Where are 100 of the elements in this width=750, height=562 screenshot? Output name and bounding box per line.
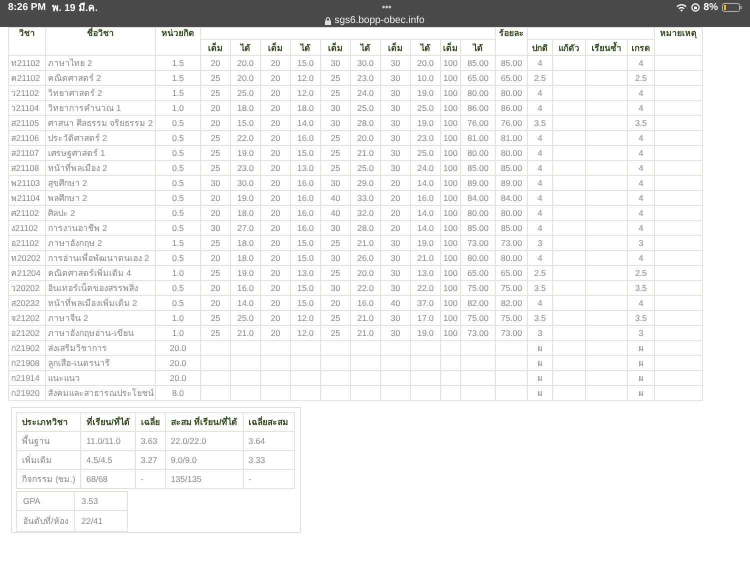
- table-cell: 30: [320, 176, 350, 190]
- table-cell: ค21204: [8, 266, 46, 280]
- column-header: เต็ม: [320, 40, 350, 56]
- table-cell: 20.0: [230, 56, 260, 70]
- table-cell: 20: [260, 266, 290, 280]
- table-cell: 2.5: [628, 70, 654, 86]
- table-cell: ผ: [628, 340, 654, 356]
- table-cell: 4: [528, 176, 552, 190]
- table-cell: 81.00: [496, 130, 528, 146]
- table-cell: 0.5: [156, 146, 200, 160]
- column-header: แก้ตัว: [552, 40, 586, 56]
- table-cell: 1.5: [156, 86, 200, 100]
- table-cell: 33.0: [350, 190, 380, 206]
- table-cell: ผ: [528, 356, 552, 370]
- table-cell: 73.00: [460, 236, 496, 250]
- table-cell: 85.00: [496, 56, 528, 70]
- table-cell: หน้าที่พลเมือง 2: [46, 160, 156, 176]
- table-cell: 3.53: [74, 492, 128, 510]
- table-cell: 18.0: [230, 250, 260, 266]
- table-cell: 25: [200, 70, 230, 86]
- table-cell: 20.0: [156, 370, 200, 386]
- table-cell: 20: [200, 280, 230, 296]
- tab-dots[interactable]: •••: [382, 2, 392, 12]
- table-cell: 30: [320, 100, 350, 116]
- table-cell: 25: [320, 266, 350, 280]
- table-cell: 20: [260, 70, 290, 86]
- table-cell: 20.0: [230, 70, 260, 86]
- column-header: สะสม ที่เรียน/ที่ได้: [165, 412, 243, 432]
- table-cell: 4: [528, 160, 552, 176]
- table-cell: สุขศึกษา 2: [46, 176, 156, 190]
- table-cell: 20: [200, 190, 230, 206]
- table-cell: 25.0: [350, 160, 380, 176]
- table-cell: 3.33: [243, 450, 294, 470]
- table-cell: 20: [200, 100, 230, 116]
- table-cell: 30: [380, 310, 410, 326]
- table-cell: 20: [260, 310, 290, 326]
- table-cell: 25: [200, 310, 230, 326]
- table-cell: 25: [200, 146, 230, 160]
- table-cell: 3.5: [528, 280, 552, 296]
- table-cell: เศรษฐศาสตร์ 1: [46, 146, 156, 160]
- table-cell: 30: [200, 176, 230, 190]
- table-cell: 80.00: [496, 250, 528, 266]
- table-cell: 100: [440, 56, 460, 70]
- table-cell: 82.00: [460, 296, 496, 310]
- table-cell: 80.00: [460, 206, 496, 220]
- table-cell: 15.0: [290, 280, 320, 296]
- table-cell: 100: [440, 100, 460, 116]
- table-cell: 12.0: [290, 310, 320, 326]
- table-cell: 15.0: [290, 56, 320, 70]
- column-header: ชื่อวิชา: [46, 28, 156, 56]
- table-cell: 27.0: [230, 220, 260, 236]
- table-cell: 30: [380, 56, 410, 70]
- column-header: เต็ม: [260, 40, 290, 56]
- table-cell: 20: [380, 220, 410, 236]
- table-cell: 20: [260, 100, 290, 116]
- table-cell: 80.00: [460, 146, 496, 160]
- column-header: เฉลี่ยสะสม: [243, 412, 294, 432]
- table-cell: 86.00: [496, 100, 528, 116]
- table-cell: 1.5: [156, 56, 200, 70]
- table-cell: 3: [628, 326, 654, 340]
- table-cell: 25: [200, 130, 230, 146]
- table-cell: 30: [380, 280, 410, 296]
- table-cell: 28.0: [350, 116, 380, 130]
- table-cell: 18.0: [290, 100, 320, 116]
- table-cell: 100: [440, 296, 460, 310]
- table-cell: 10.0: [410, 70, 440, 86]
- table-cell: 30: [380, 100, 410, 116]
- table-cell: 65.00: [496, 266, 528, 280]
- table-cell: 85.00: [460, 220, 496, 236]
- table-cell: 19.0: [230, 266, 260, 280]
- table-cell: 100: [440, 116, 460, 130]
- table-cell: 20.0: [156, 340, 200, 356]
- table-cell: 20: [200, 56, 230, 70]
- column-header: เต็ม: [380, 40, 410, 56]
- table-cell: 20: [260, 190, 290, 206]
- table-cell: 1.5: [156, 70, 200, 86]
- table-cell: ก21920: [8, 386, 46, 400]
- table-cell: 20: [260, 116, 290, 130]
- table-cell: 4: [528, 190, 552, 206]
- table-cell: 20: [200, 206, 230, 220]
- table-cell: ศาสนา ศีลธรรม จริยธรรม 2: [46, 116, 156, 130]
- url-text[interactable]: sgs6.bopp-obec.info: [334, 15, 425, 26]
- table-cell: 84.00: [460, 190, 496, 206]
- table-cell: 32.0: [350, 206, 380, 220]
- table-cell: 0.5: [156, 280, 200, 296]
- table-cell: ผ: [628, 356, 654, 370]
- table-cell: 30: [380, 146, 410, 160]
- table-cell: ภาษาไทย 2: [46, 56, 156, 70]
- table-cell: ภาษาอังกฤษ 2: [46, 236, 156, 250]
- table-cell: 20: [260, 130, 290, 146]
- table-cell: 30: [380, 116, 410, 130]
- table-cell: 21.0: [410, 250, 440, 266]
- table-cell: 76.00: [460, 116, 496, 130]
- table-cell: 80.00: [460, 250, 496, 266]
- table-cell: 80.00: [496, 146, 528, 160]
- table-cell: 20.0: [350, 130, 380, 146]
- table-cell: 30: [380, 326, 410, 340]
- table-cell: 19.0: [410, 116, 440, 130]
- table-cell: 9.0/9.0: [165, 450, 243, 470]
- table-cell: 4: [628, 176, 654, 190]
